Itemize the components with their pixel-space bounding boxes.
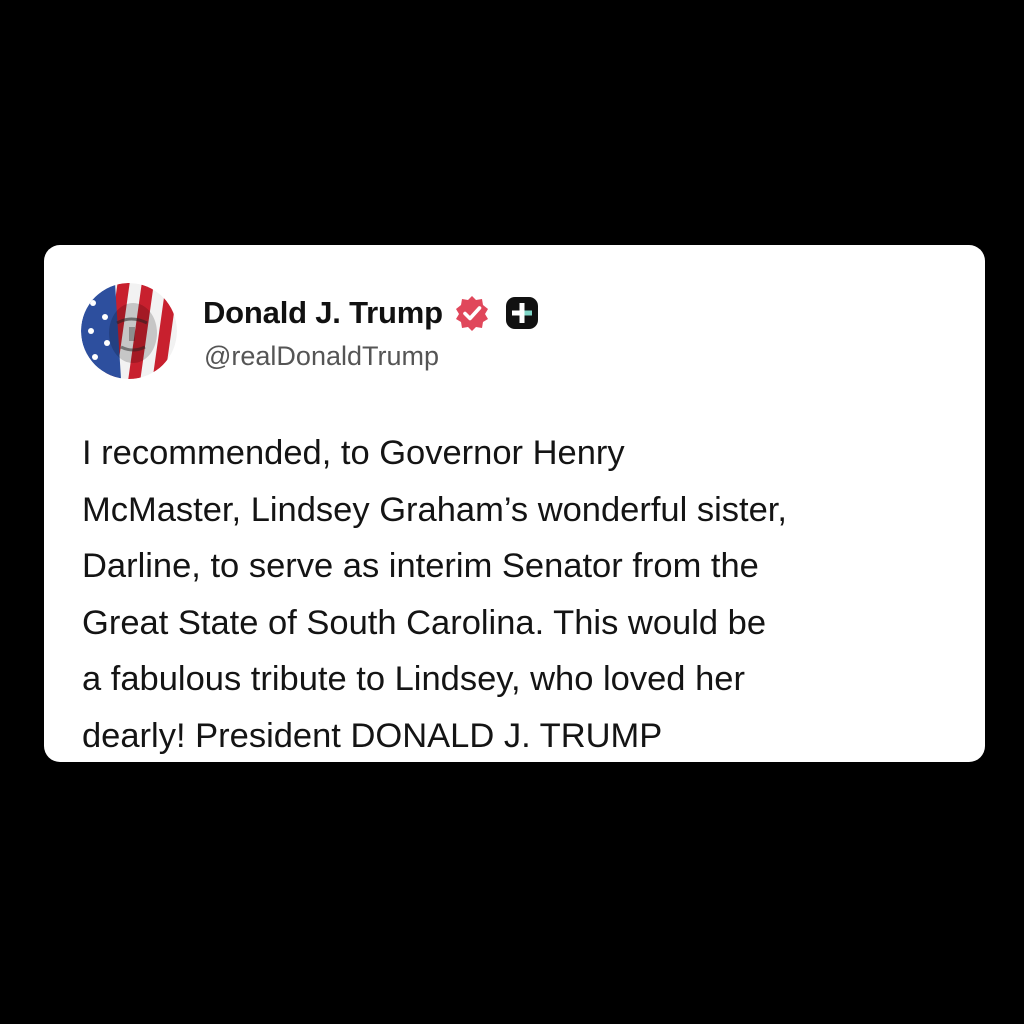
author-handle[interactable]: @realDonaldTrump	[204, 341, 439, 372]
flag-portrait-avatar	[81, 283, 177, 379]
verified-badge-icon	[453, 294, 491, 332]
post-body-line: Darline, to serve as interim Senator fro…	[82, 547, 759, 585]
post-card: Donald J. Trump @realDonaldTrump I recom…	[44, 245, 985, 762]
post-body-line: a fabulous tribute to Lindsey, who loved…	[82, 660, 745, 698]
post-body-line: Great State of South Carolina. This woul…	[82, 603, 767, 642]
screen: Donald J. Trump @realDonaldTrump I recom…	[0, 0, 1024, 1024]
author-display-name[interactable]: Donald J. Trump	[203, 295, 443, 331]
truth-social-plus-icon	[505, 296, 539, 330]
author-name-row: Donald J. Trump	[203, 293, 539, 333]
post-body: I recommended, to Governor Henry McMaste…	[82, 425, 962, 764]
author-avatar[interactable]	[81, 283, 177, 379]
post-body-line: I recommended, to Governor Henry	[82, 434, 625, 472]
post-body-line: dearly! President DONALD J. TRUMP	[82, 716, 663, 755]
post-body-line: McMaster, Lindsey Graham’s wonderful sis…	[82, 490, 787, 529]
